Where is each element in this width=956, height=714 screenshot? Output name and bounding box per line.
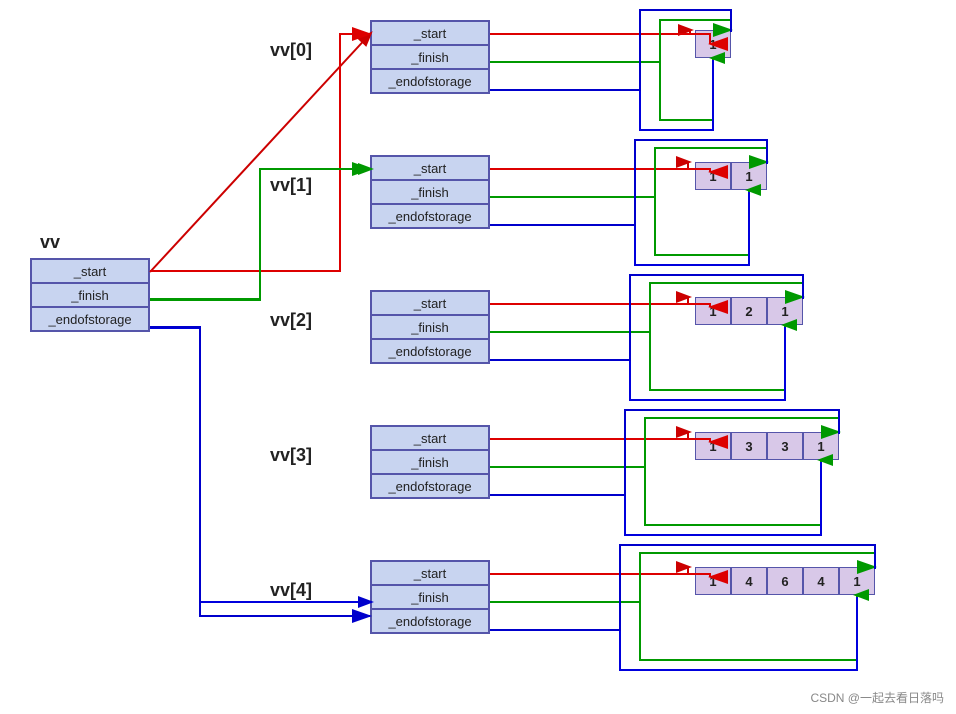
row0-struct: _start _finish _endofstorage bbox=[370, 20, 490, 94]
row3-cell0: 1 bbox=[695, 432, 731, 460]
row3-finish: _finish bbox=[371, 450, 489, 474]
row3-endofstorage: _endofstorage bbox=[371, 474, 489, 498]
main-struct: _start _finish _endofstorage bbox=[30, 258, 150, 332]
row1-cell1: 1 bbox=[731, 162, 767, 190]
row2-cell0: 1 bbox=[695, 297, 731, 325]
row1-struct: _start _finish _endofstorage bbox=[370, 155, 490, 229]
row3-cell2: 3 bbox=[767, 432, 803, 460]
row2-struct: _start _finish _endofstorage bbox=[370, 290, 490, 364]
main-field-endofstorage: _endofstorage bbox=[31, 307, 149, 331]
row0-finish: _finish bbox=[371, 45, 489, 69]
main-struct-label: vv bbox=[40, 232, 60, 253]
row3-start: _start bbox=[371, 426, 489, 450]
row4-finish: _finish bbox=[371, 585, 489, 609]
row4-start: _start bbox=[371, 561, 489, 585]
row3-cell3: 1 bbox=[803, 432, 839, 460]
row3-label: vv[3] bbox=[270, 445, 312, 466]
row2-cell1: 2 bbox=[731, 297, 767, 325]
row2-finish: _finish bbox=[371, 315, 489, 339]
row2-endofstorage: _endofstorage bbox=[371, 339, 489, 363]
row4-cell1: 4 bbox=[731, 567, 767, 595]
row2-cell2: 1 bbox=[767, 297, 803, 325]
row1-finish: _finish bbox=[371, 180, 489, 204]
row0-cell0: 1 bbox=[695, 30, 731, 58]
row0-endofstorage: _endofstorage bbox=[371, 69, 489, 93]
row0-label: vv[0] bbox=[270, 40, 312, 61]
row1-cell0: 1 bbox=[695, 162, 731, 190]
watermark: CSDN @一起去看日落吗 bbox=[810, 689, 944, 706]
row4-endofstorage: _endofstorage bbox=[371, 609, 489, 633]
row0-start: _start bbox=[371, 21, 489, 45]
main-field-start: _start bbox=[31, 259, 149, 283]
row4-label: vv[4] bbox=[270, 580, 312, 601]
row4-cell3: 4 bbox=[803, 567, 839, 595]
row1-endofstorage: _endofstorage bbox=[371, 204, 489, 228]
row4-cell2: 6 bbox=[767, 567, 803, 595]
row1-start: _start bbox=[371, 156, 489, 180]
diagram-canvas: _start _finish _endofstorage vv vv[0] _s… bbox=[0, 0, 956, 714]
row4-cell4: 1 bbox=[839, 567, 875, 595]
row3-cell1: 3 bbox=[731, 432, 767, 460]
row4-cell0: 1 bbox=[695, 567, 731, 595]
row3-struct: _start _finish _endofstorage bbox=[370, 425, 490, 499]
row2-start: _start bbox=[371, 291, 489, 315]
row4-struct: _start _finish _endofstorage bbox=[370, 560, 490, 634]
row2-label: vv[2] bbox=[270, 310, 312, 331]
row1-label: vv[1] bbox=[270, 175, 312, 196]
main-field-finish: _finish bbox=[31, 283, 149, 307]
